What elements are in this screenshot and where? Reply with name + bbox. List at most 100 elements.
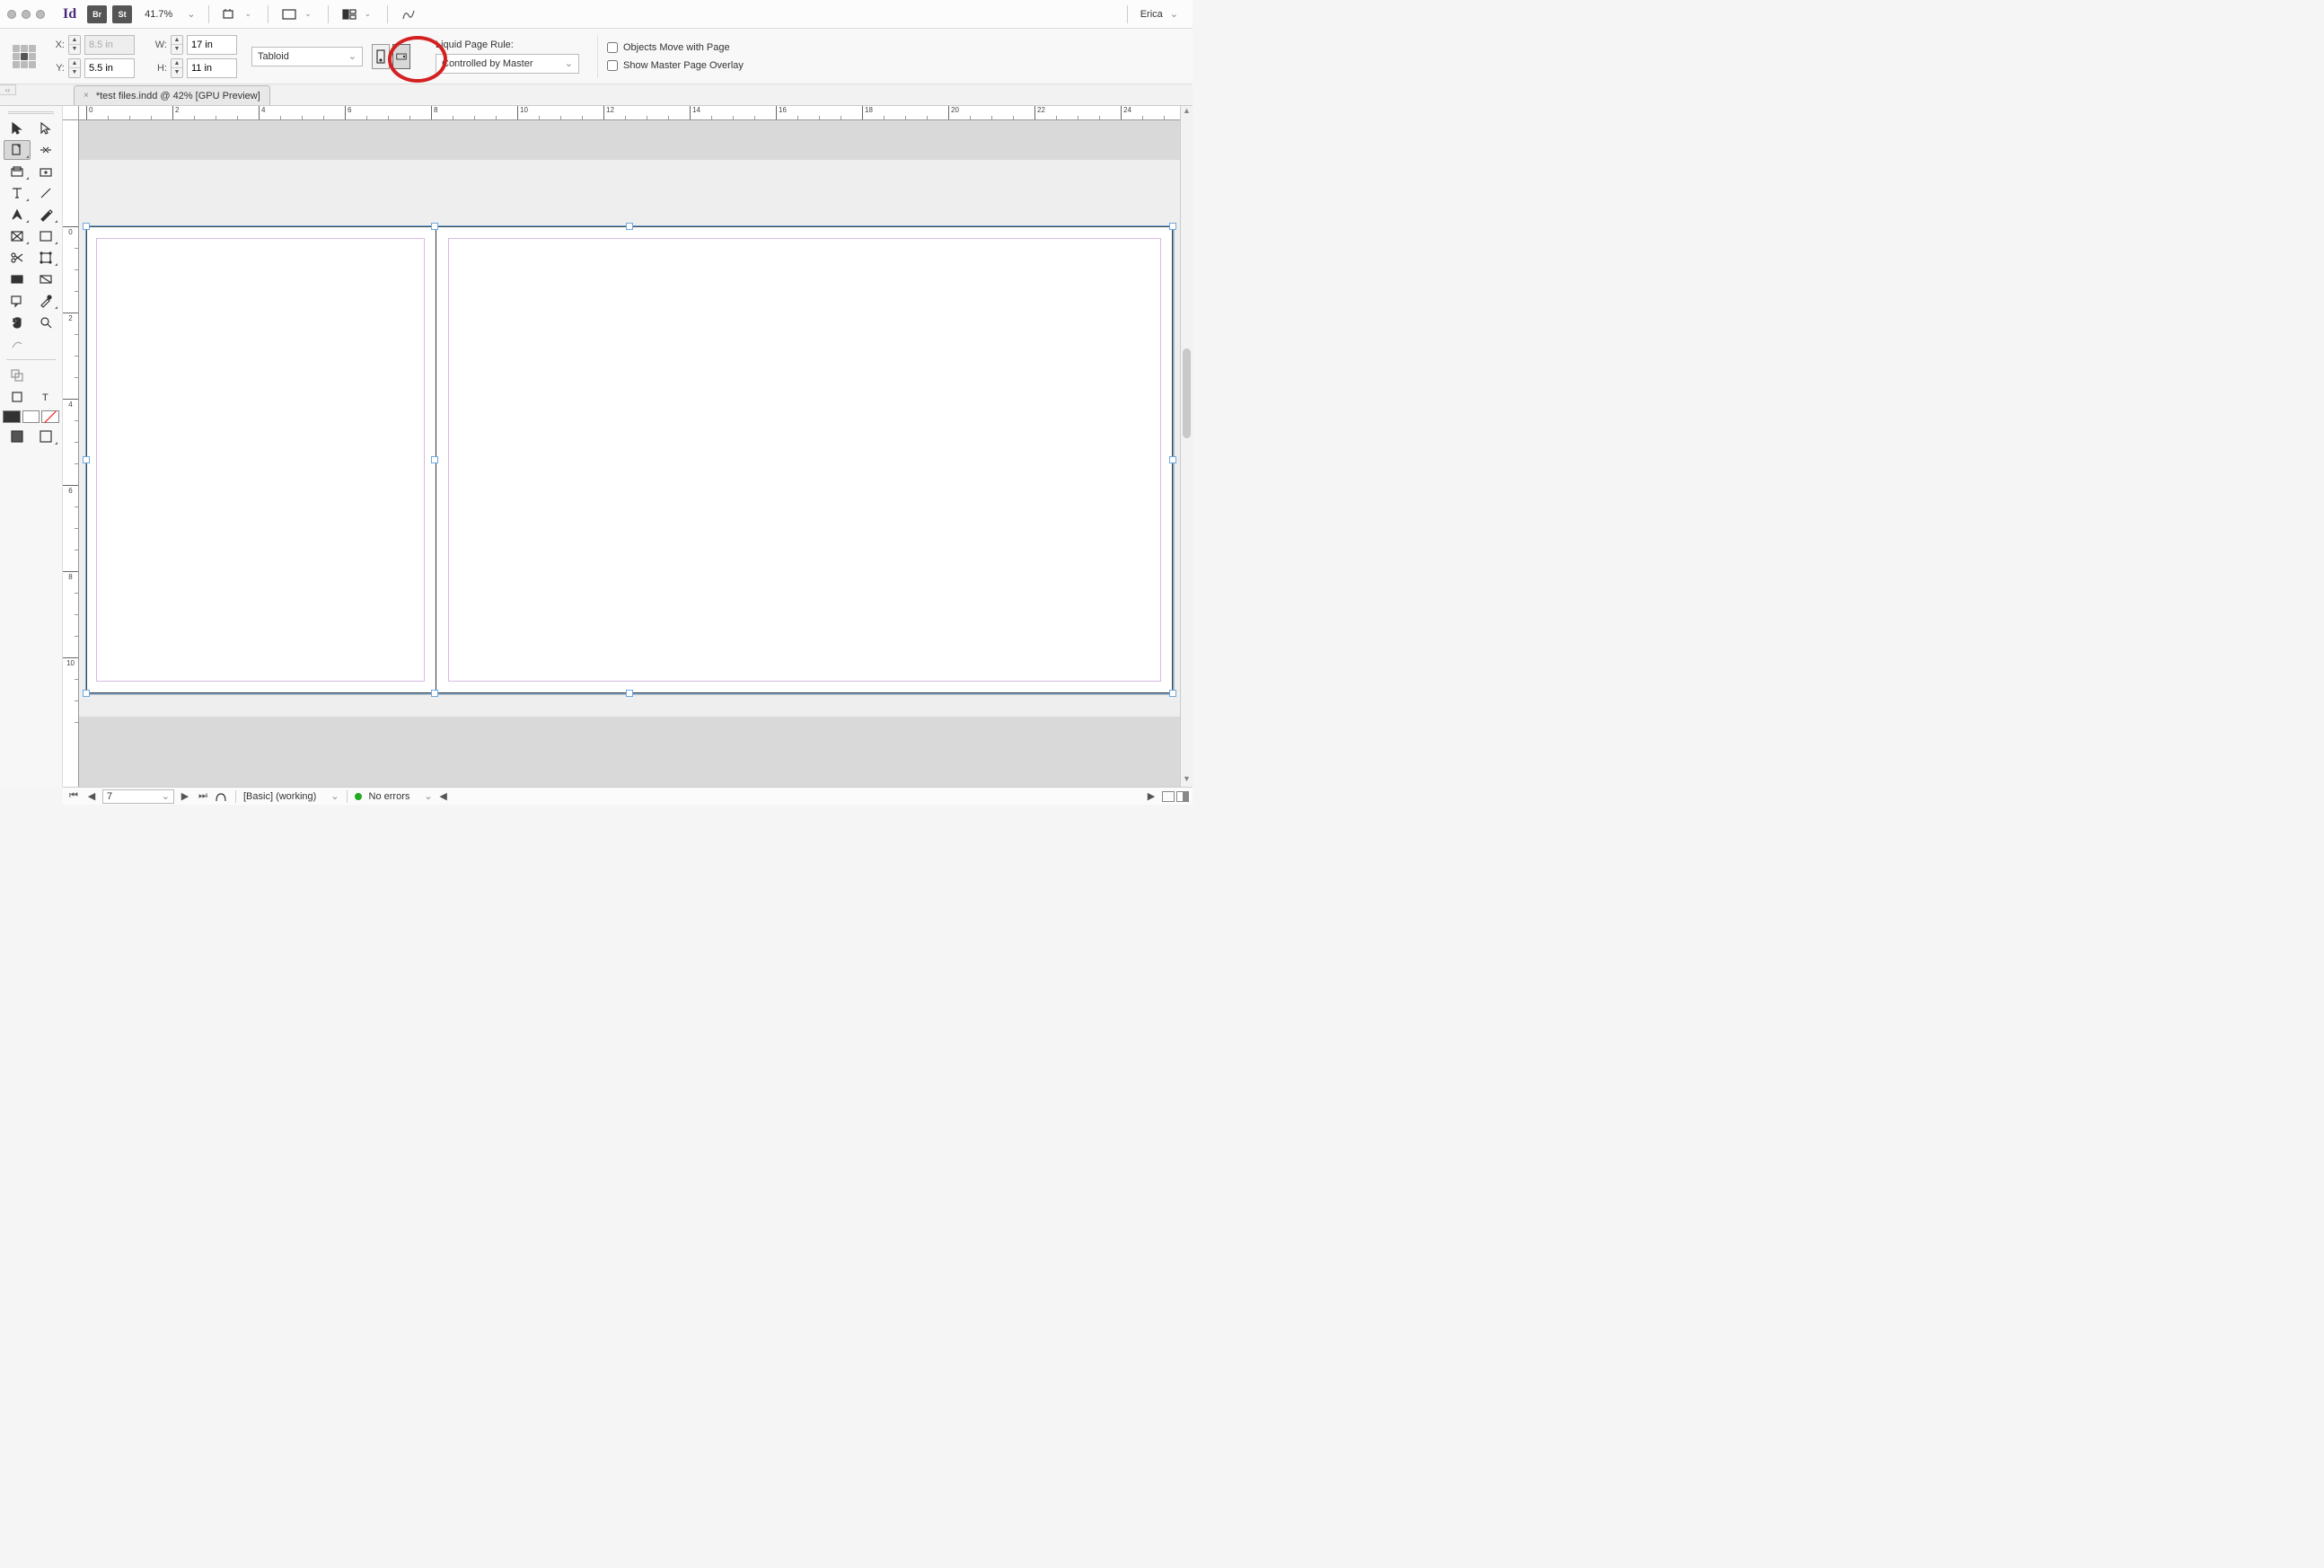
screen-mode-icon[interactable] <box>281 7 297 22</box>
chevron-down-icon[interactable]: ⌄ <box>330 790 339 802</box>
caret-icon[interactable]: ⌄ <box>304 9 312 19</box>
vertical-scrollbar[interactable]: ▲ ▼ <box>1180 106 1193 787</box>
w-field[interactable] <box>187 35 237 55</box>
status-bar: ⏮ ◀ 7 ⌄ ▶ ⏭ [Basic] (working) ⌄ No error… <box>63 787 1193 805</box>
arrange-documents-icon[interactable] <box>341 7 357 22</box>
free-transform-tool[interactable] <box>32 248 59 268</box>
master-overlay-checkbox[interactable] <box>607 60 618 71</box>
document-tab[interactable]: × *test files.indd @ 42% [GPU Preview] <box>74 85 270 105</box>
ruler-tick: 20 <box>948 106 959 119</box>
page-spread[interactable] <box>86 226 1173 693</box>
next-page-button[interactable]: ▶ <box>178 789 192 804</box>
user-menu[interactable]: Erica ⌄ <box>1140 8 1185 20</box>
vertical-ruler[interactable]: 0246810 <box>63 120 79 787</box>
ruler-tick: 0 <box>86 106 92 119</box>
eyedropper-tool[interactable] <box>32 291 59 311</box>
h-spinner[interactable]: ▲▼ <box>171 58 183 78</box>
split-view-1-icon[interactable] <box>1162 791 1175 802</box>
split-view-icons <box>1162 791 1189 802</box>
zoom-dropdown-icon[interactable]: ⌄ <box>187 8 195 20</box>
first-page-button[interactable]: ⏮ <box>66 789 81 804</box>
chevron-down-icon: ⌄ <box>162 790 170 802</box>
separator <box>208 5 209 23</box>
pencil-tool[interactable] <box>32 205 59 225</box>
chevron-down-icon[interactable]: ⌄ <box>424 790 432 802</box>
apply-color[interactable] <box>3 410 21 423</box>
selection-tool[interactable] <box>4 119 31 138</box>
document-tab-title: *test files.indd @ 42% [GPU Preview] <box>96 91 260 101</box>
objects-move-checkbox-row[interactable]: Objects Move with Page <box>607 42 744 53</box>
apply-none[interactable] <box>41 410 59 423</box>
formatting-text[interactable]: T <box>32 387 59 407</box>
x-spinner[interactable]: ▲▼ <box>68 35 81 55</box>
master-overlay-checkbox-row[interactable]: Show Master Page Overlay <box>607 60 744 71</box>
page-preset-select[interactable]: Tabloid ⌄ <box>251 47 363 66</box>
maximize-window[interactable] <box>36 10 45 19</box>
apply-gradient[interactable] <box>22 410 40 423</box>
orientation-landscape-button[interactable] <box>392 44 410 69</box>
ruler-tick: 8 <box>431 106 437 119</box>
close-window[interactable] <box>7 10 16 19</box>
fill-stroke-swap[interactable] <box>4 366 31 385</box>
scroll-left-button[interactable]: ◀ <box>436 789 451 804</box>
control-bar: X: ▲▼ Y: ▲▼ W: ▲▼ H: ▲▼ Tabloid ⌄ Liquid… <box>0 29 1193 84</box>
rectangle-tool[interactable] <box>32 226 59 246</box>
view-mode-normal[interactable] <box>4 427 31 446</box>
note-tool[interactable] <box>4 291 31 311</box>
ruler-tick: 6 <box>345 106 351 119</box>
gpu-performance-icon[interactable] <box>401 7 417 22</box>
minimize-window[interactable] <box>22 10 31 19</box>
gap-tool[interactable] <box>32 140 59 160</box>
scroll-right-button[interactable]: ▶ <box>1144 789 1158 804</box>
content-placer-tool[interactable] <box>32 162 59 181</box>
zoom-tool[interactable] <box>32 313 59 332</box>
color-theme-tool[interactable] <box>4 334 31 354</box>
gradient-swatch-tool[interactable] <box>4 269 31 289</box>
bridge-button[interactable]: Br <box>87 5 107 23</box>
canvas-area[interactable]: 024681012141618202224 0246810 ▲ ▼ <box>63 106 1193 787</box>
ruler-tick: 18 <box>862 106 873 119</box>
gradient-feather-tool[interactable] <box>32 269 59 289</box>
close-tab-icon[interactable]: × <box>84 91 89 101</box>
objects-move-checkbox[interactable] <box>607 42 618 53</box>
rectangle-frame-tool[interactable] <box>4 226 31 246</box>
reference-point-grid[interactable] <box>13 45 36 68</box>
scissors-tool[interactable] <box>4 248 31 268</box>
hand-tool[interactable] <box>4 313 31 332</box>
pen-tool[interactable] <box>4 205 31 225</box>
paragraph-style-status[interactable]: [Basic] (working) <box>243 791 316 802</box>
scroll-down-icon[interactable]: ▼ <box>1181 774 1193 787</box>
page-number-field[interactable]: 7 ⌄ <box>102 789 174 804</box>
split-view-2-icon[interactable] <box>1176 791 1189 802</box>
type-tool[interactable] <box>4 183 31 203</box>
prev-page-button[interactable]: ◀ <box>84 789 99 804</box>
page-tool[interactable] <box>4 140 31 160</box>
ruler-tick: 4 <box>259 106 265 119</box>
stock-button[interactable]: St <box>112 5 132 23</box>
last-page-button[interactable]: ⏭ <box>196 789 210 804</box>
view-options-icon[interactable] <box>222 7 238 22</box>
y-spinner[interactable]: ▲▼ <box>68 58 81 78</box>
ruler-tick: 0 <box>63 226 78 236</box>
scroll-up-icon[interactable]: ▲ <box>1181 106 1193 119</box>
caret-icon[interactable]: ⌄ <box>245 9 252 19</box>
view-mode-preview[interactable] <box>32 427 59 446</box>
direct-selection-tool[interactable] <box>32 119 59 138</box>
open-pages-panel-button[interactable] <box>214 789 228 804</box>
orientation-portrait-button[interactable] <box>372 44 390 69</box>
liquid-page-rule-select[interactable]: Controlled by Master ⌄ <box>436 54 579 74</box>
w-spinner[interactable]: ▲▼ <box>171 35 183 55</box>
scrollbar-thumb[interactable] <box>1183 348 1191 438</box>
content-collector-tool[interactable] <box>4 162 31 181</box>
ruler-origin[interactable] <box>63 106 79 120</box>
ruler-tick: 6 <box>63 485 78 495</box>
y-field[interactable] <box>84 58 135 78</box>
line-tool[interactable] <box>32 183 59 203</box>
preflight-status-text[interactable]: No errors <box>369 791 410 802</box>
horizontal-ruler[interactable]: 024681012141618202224 <box>79 106 1193 120</box>
caret-icon[interactable]: ⌄ <box>365 9 372 19</box>
panel-collapse-handle[interactable]: ‹‹ <box>0 84 16 95</box>
formatting-container[interactable] <box>4 387 31 407</box>
h-field[interactable] <box>187 58 237 78</box>
zoom-level[interactable]: 41.7% <box>145 9 172 20</box>
